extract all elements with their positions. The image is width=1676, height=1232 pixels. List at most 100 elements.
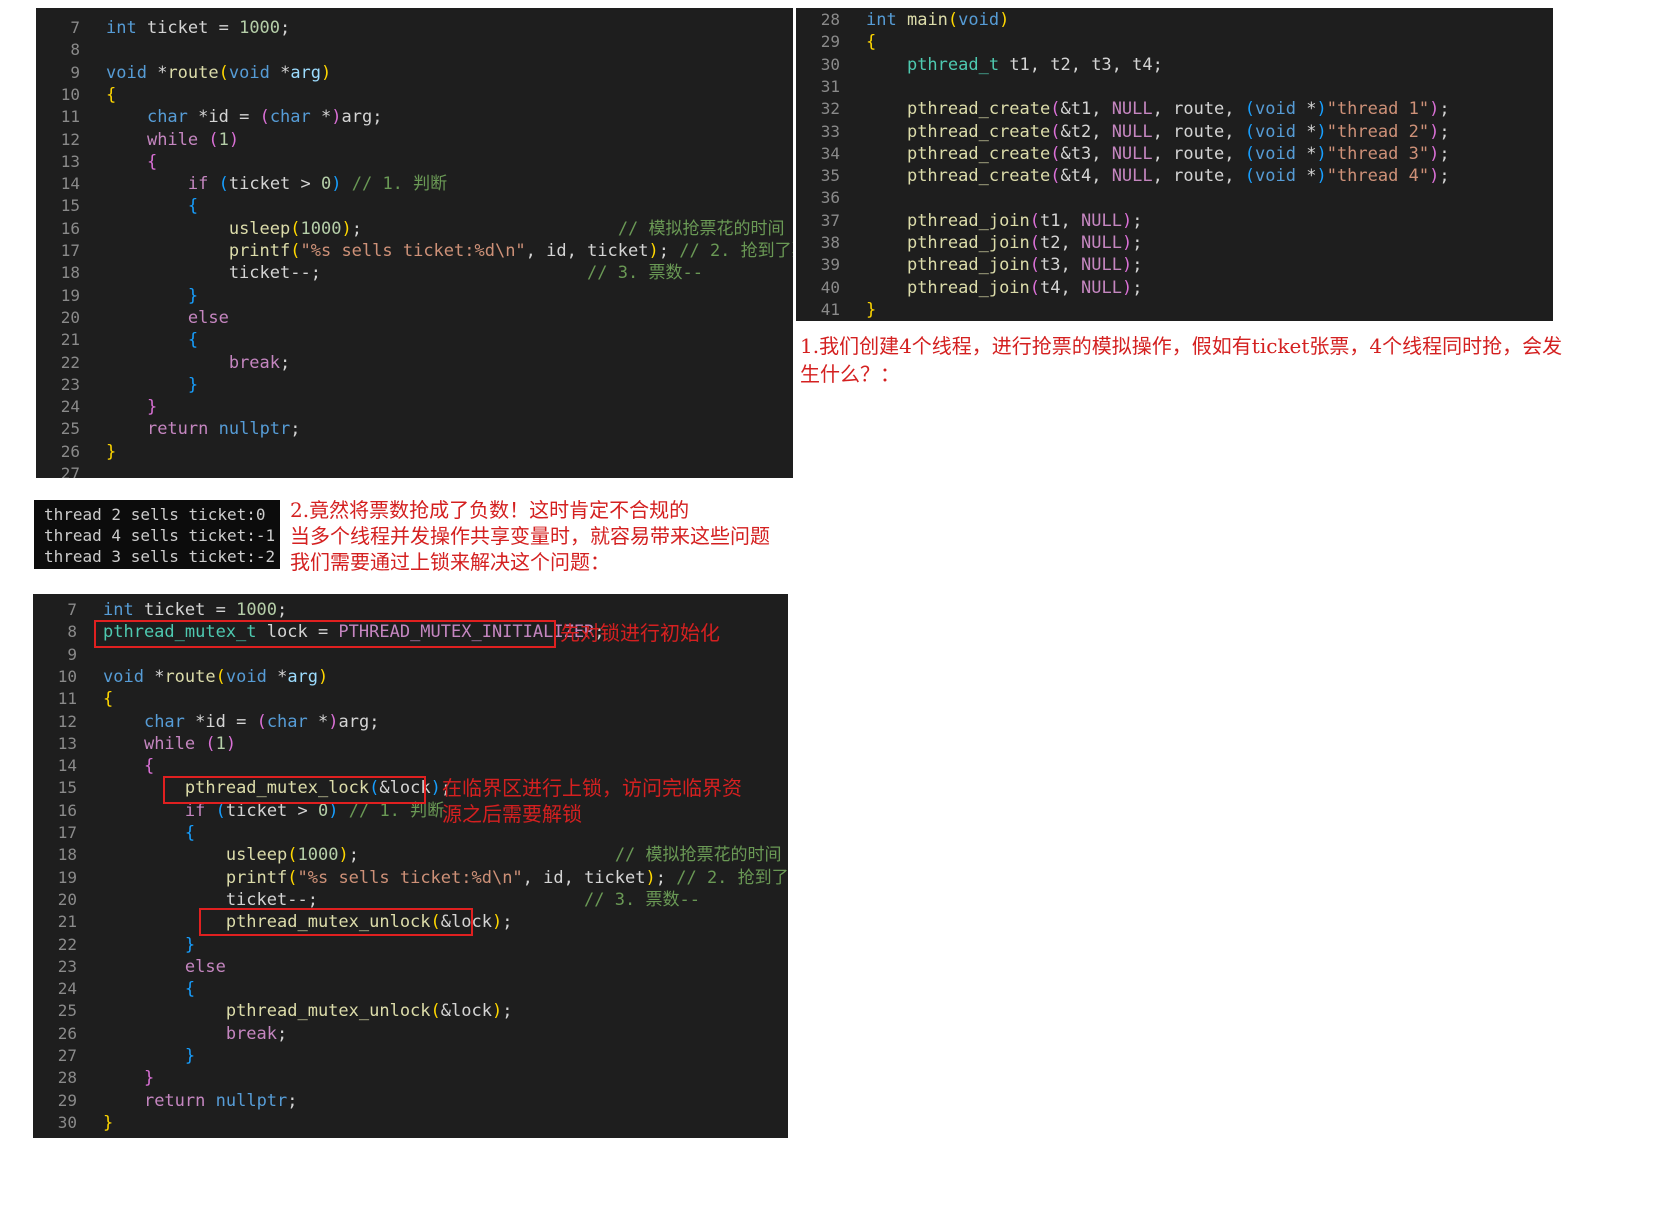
code-text: usleep(1000); // 模拟抢票花的时间 bbox=[225, 845, 782, 866]
line-number: 9 bbox=[70, 62, 80, 82]
code-text: } bbox=[146, 397, 158, 418]
line-number: 34 bbox=[820, 143, 840, 163]
code-line: 13 { bbox=[36, 150, 793, 174]
line-number: 18 bbox=[57, 845, 77, 865]
line-number: 11 bbox=[60, 107, 80, 127]
code-text: pthread_create(&t3, NULL, route, (void *… bbox=[906, 143, 1450, 164]
line-number: 12 bbox=[57, 711, 77, 731]
code-editor-route-locked: 7 int ticket = 1000; 8 pthread_mutex_t lock… bbox=[33, 594, 788, 1138]
code-line: 37 pthread_join(t1, NULL); bbox=[796, 209, 1553, 233]
code-line: 23 else bbox=[33, 955, 788, 979]
line-number: 30 bbox=[820, 54, 840, 74]
code-line: 41} bbox=[796, 298, 1553, 321]
code-line: 14 if (ticket > 0) // 1. 判断 bbox=[36, 172, 793, 196]
code-text: pthread_create(&t4, NULL, route, (void *… bbox=[906, 166, 1450, 187]
line-number: 23 bbox=[60, 374, 80, 394]
code-lines: 28 int main(void) 29 {30 pthread_t t1, t2, … bbox=[796, 8, 1553, 321]
code-text: { bbox=[103, 689, 114, 710]
code-line: 28 int main(void) bbox=[796, 8, 1553, 32]
line-number: 41 bbox=[820, 299, 840, 319]
line-number: 17 bbox=[60, 241, 80, 260]
line-number: 30 bbox=[57, 1112, 77, 1132]
code-text: return nullptr; bbox=[143, 1090, 298, 1111]
annotation-mutex-init: 先对锁进行初始化 bbox=[560, 621, 720, 645]
line-number: 29 bbox=[820, 32, 840, 52]
code-line: 18 ticket--; // 3. 票数-- bbox=[36, 261, 793, 285]
code-line: 9 void *route(void *arg) bbox=[36, 61, 793, 85]
line-number: 11 bbox=[57, 689, 77, 709]
line-number: 8 bbox=[70, 40, 80, 60]
line-number: 16 bbox=[57, 800, 77, 820]
code-line: 26 break; bbox=[33, 1022, 788, 1046]
code-line: 12 char *id = (char *)arg; bbox=[33, 710, 788, 734]
line-number: 18 bbox=[60, 263, 80, 283]
code-editor-route-unlocked: 7 int ticket = 1000; 8 9 void *route(void *a… bbox=[36, 8, 793, 478]
line-number: 19 bbox=[60, 285, 80, 305]
line-number: 10 bbox=[60, 84, 80, 104]
code-text: pthread_join(t1, NULL); bbox=[906, 210, 1143, 231]
code-text: { bbox=[184, 979, 196, 1000]
line-number: 20 bbox=[60, 307, 80, 327]
code-line: 40 pthread_join(t4, NULL); bbox=[796, 276, 1553, 300]
code-text: { bbox=[187, 330, 199, 351]
line-number: 26 bbox=[57, 1023, 77, 1043]
line-number: 15 bbox=[60, 196, 80, 216]
line-number: 27 bbox=[60, 464, 80, 478]
code-line: 16 usleep(1000); // 模拟抢票花的时间 bbox=[36, 217, 793, 241]
code-text: } bbox=[184, 934, 196, 955]
code-line: 26} bbox=[36, 440, 793, 464]
line-number: 31 bbox=[820, 76, 840, 96]
code-line: 27 } bbox=[33, 1044, 788, 1068]
code-line: 25 pthread_mutex_unlock(&lock); bbox=[33, 999, 788, 1023]
code-line: 19 printf("%s sells ticket:%d\n", id, ti… bbox=[33, 866, 788, 890]
code-text: } bbox=[187, 374, 199, 395]
code-text: return nullptr; bbox=[146, 419, 301, 440]
line-number: 12 bbox=[60, 129, 80, 149]
code-line: 15 { bbox=[36, 194, 793, 218]
code-text: int ticket = 1000; bbox=[106, 18, 291, 38]
code-text: } bbox=[866, 299, 877, 320]
code-text: pthread_mutex_unlock(&lock); bbox=[225, 1001, 513, 1022]
line-number: 38 bbox=[820, 233, 840, 252]
code-line: 25 return nullptr; bbox=[36, 417, 793, 441]
code-line: 36 bbox=[796, 186, 1553, 210]
terminal-output: thread 2 sells ticket:0 thread 4 sells t… bbox=[34, 500, 280, 569]
line-number: 25 bbox=[57, 1001, 77, 1021]
line-number: 24 bbox=[57, 979, 77, 999]
annotation-question: 1.我们创建4个线程，进行抢票的模拟操作，假如有ticket张票，4个线程同时抢… bbox=[800, 334, 1563, 386]
code-text: pthread_t t1, t2, t3, t4; bbox=[906, 54, 1163, 75]
annotation-negative-tickets: 2.竟然将票数抢成了负数！这时肯定不合规的 当多个线程并发操作共享变量时，就容易… bbox=[290, 498, 770, 574]
code-text: while (1) bbox=[143, 733, 237, 754]
code-text: { bbox=[187, 196, 199, 217]
code-line: 10 { bbox=[36, 83, 793, 107]
line-number: 7 bbox=[70, 18, 80, 37]
line-number: 20 bbox=[57, 889, 77, 909]
line-number: 14 bbox=[60, 174, 80, 194]
code-text: } bbox=[184, 1046, 196, 1066]
code-line: 39 pthread_join(t3, NULL); bbox=[796, 253, 1553, 277]
line-number: 29 bbox=[57, 1090, 77, 1110]
annotation-mutex-lock: 在临界区进行上锁，访问完临界资 源之后需要解锁 bbox=[442, 776, 742, 826]
code-line: 21 { bbox=[36, 328, 793, 352]
code-text: pthread_join(t4, NULL); bbox=[906, 277, 1143, 298]
code-line: 27 bbox=[36, 462, 793, 478]
line-number: 15 bbox=[57, 778, 77, 798]
code-text: if (ticket > 0) // 1. 判断 bbox=[187, 174, 448, 195]
code-line: 13 while (1) bbox=[33, 732, 788, 756]
line-number: 28 bbox=[820, 10, 840, 29]
line-number: 33 bbox=[820, 121, 840, 141]
line-number: 40 bbox=[820, 277, 840, 297]
code-text: { bbox=[143, 756, 155, 777]
code-line: 11 { bbox=[33, 687, 788, 711]
code-text: while (1) bbox=[146, 129, 240, 150]
code-text: { bbox=[866, 32, 877, 53]
terminal-line: thread 4 sells ticket:-1 bbox=[44, 526, 276, 545]
code-text: break; bbox=[228, 352, 291, 373]
code-line: 24 { bbox=[33, 977, 788, 1001]
code-text: } bbox=[103, 1112, 114, 1133]
code-text: { bbox=[184, 823, 196, 843]
code-text: pthread_join(t2, NULL); bbox=[906, 233, 1143, 253]
code-text: char *id = (char *)arg; bbox=[143, 711, 380, 732]
code-text: printf("%s sells ticket:%d\n", id, ticke… bbox=[228, 241, 793, 261]
line-number: 24 bbox=[60, 397, 80, 417]
